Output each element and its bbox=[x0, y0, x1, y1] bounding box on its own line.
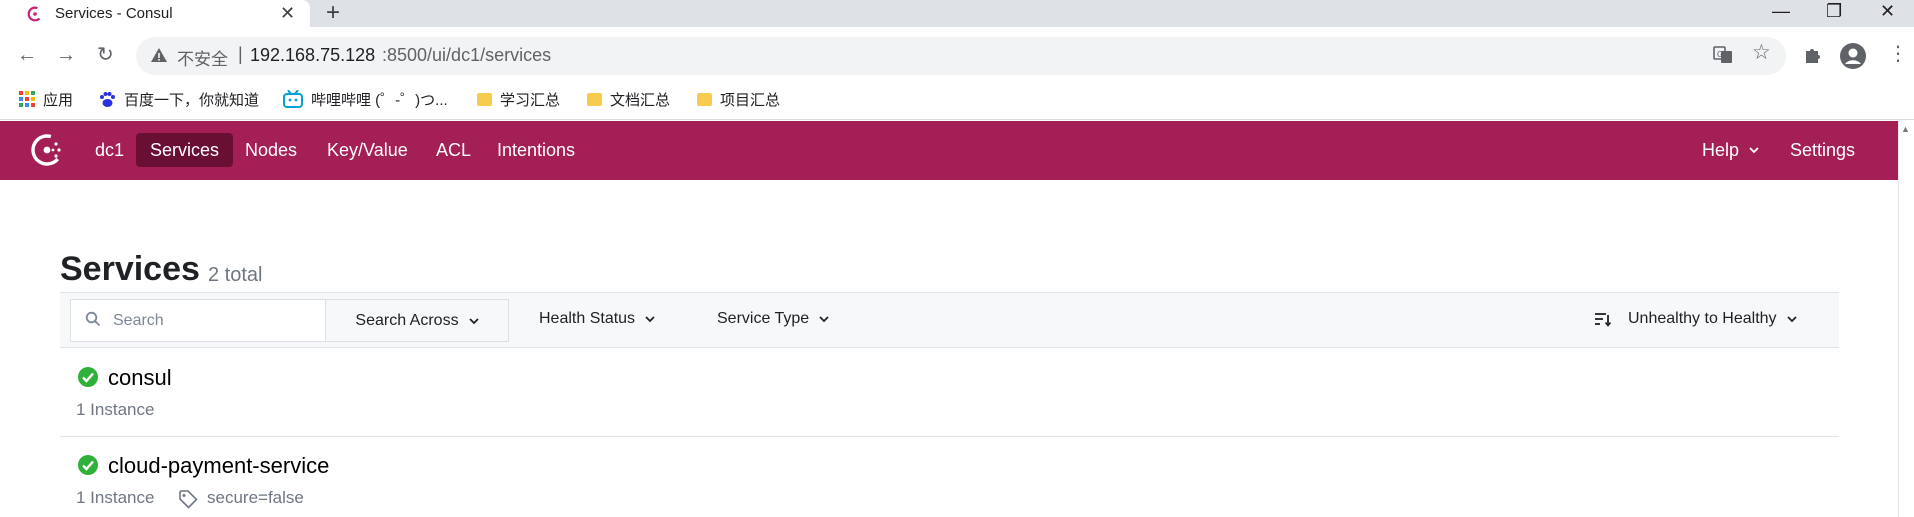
bookmark-baidu[interactable]: 百度一下，你就知道 bbox=[99, 88, 259, 110]
bookmark-label: 文档汇总 bbox=[610, 91, 671, 109]
new-tab-icon[interactable]: + bbox=[326, 0, 340, 26]
baidu-paw-icon bbox=[100, 91, 115, 107]
translate-icon[interactable]: G bbox=[1713, 46, 1733, 64]
bookmark-label: 学习汇总 bbox=[500, 91, 561, 109]
url-host[interactable]: 192.168.75.128 bbox=[250, 45, 375, 66]
nav-intentions[interactable]: Intentions bbox=[497, 138, 575, 162]
reload-icon[interactable]: ↻ bbox=[97, 44, 114, 66]
bookmark-label: 项目汇总 bbox=[720, 91, 781, 109]
menu-icon[interactable]: ⋮ bbox=[1888, 44, 1908, 64]
service-type-label: Service Type bbox=[717, 310, 810, 327]
star-icon[interactable]: ☆ bbox=[1752, 42, 1771, 63]
chevron-down-icon bbox=[468, 317, 479, 324]
bookmark-label: 百度一下，你就知道 bbox=[124, 91, 260, 109]
health-status-dropdown[interactable]: Health Status bbox=[539, 310, 655, 328]
bookmark-bilibili[interactable]: 哔哩哔哩 (゜-゜)つ... bbox=[283, 88, 448, 110]
nav-services[interactable]: Services bbox=[136, 133, 234, 167]
folder-icon bbox=[477, 92, 492, 106]
bookmark-label: 哔哩哔哩 (゜-゜)つ... bbox=[311, 91, 448, 109]
search-across-dropdown[interactable]: Search Across bbox=[325, 299, 509, 342]
page-title: Services bbox=[60, 250, 200, 288]
chevron-down-icon bbox=[645, 316, 655, 323]
service-name-link[interactable]: cloud-payment-service bbox=[108, 453, 329, 479]
health-status-label: Health Status bbox=[539, 310, 636, 327]
restore-icon[interactable]: ❐ bbox=[1826, 0, 1842, 22]
service-type-dropdown[interactable]: Service Type bbox=[717, 310, 829, 328]
chevron-down-icon bbox=[1749, 147, 1759, 154]
chevron-down-icon bbox=[1786, 316, 1797, 323]
consul-nav-bar: dc1 Services Nodes Key/Value ACL Intenti… bbox=[0, 121, 1898, 180]
passing-check-icon bbox=[78, 367, 98, 387]
bookmark-folder-study[interactable]: 学习汇总 bbox=[477, 88, 560, 110]
nav-acl[interactable]: ACL bbox=[436, 138, 471, 162]
datacenter-selector[interactable]: dc1 bbox=[95, 138, 124, 162]
back-icon[interactable]: ← bbox=[17, 44, 37, 66]
tab-close-icon[interactable]: ✕ bbox=[280, 3, 295, 23]
window-close-icon[interactable]: ✕ bbox=[1880, 0, 1895, 22]
passing-check-icon bbox=[78, 455, 98, 475]
tab-title: Services - Consul bbox=[55, 5, 173, 22]
url-divider: | bbox=[238, 44, 243, 64]
forward-icon[interactable]: → bbox=[56, 44, 76, 66]
apps-grid-icon bbox=[19, 91, 35, 107]
bookmark-apps[interactable]: 应用 bbox=[19, 88, 73, 110]
bookmark-folder-docs[interactable]: 文档汇总 bbox=[587, 88, 670, 110]
scroll-up-icon[interactable]: ▲ bbox=[1901, 124, 1910, 134]
tag-icon bbox=[179, 490, 198, 509]
sort-icon bbox=[1595, 313, 1612, 327]
list-item[interactable]: cloud-payment-service 1 Instance secure=… bbox=[60, 437, 1839, 517]
help-label: Help bbox=[1702, 140, 1740, 160]
browser-tab[interactable]: Services - Consul ✕ bbox=[0, 0, 310, 27]
folder-icon bbox=[587, 92, 602, 106]
search-icon bbox=[85, 311, 101, 327]
nav-settings[interactable]: Settings bbox=[1790, 138, 1855, 162]
bookmark-folder-projects[interactable]: 项目汇总 bbox=[697, 88, 780, 110]
profile-icon[interactable] bbox=[1839, 42, 1867, 70]
service-name-link[interactable]: consul bbox=[108, 365, 172, 391]
search-across-label: Search Across bbox=[355, 311, 459, 329]
sort-label: Unhealthy to Healthy bbox=[1628, 310, 1777, 327]
warning-icon[interactable] bbox=[150, 46, 168, 64]
service-tag: secure=false bbox=[207, 488, 304, 507]
sort-dropdown[interactable]: Unhealthy to Healthy bbox=[1594, 310, 1797, 328]
scrollbar[interactable] bbox=[1898, 121, 1914, 517]
minimize-icon[interactable]: — bbox=[1772, 0, 1790, 22]
url-path[interactable]: :8500/ui/dc1/services bbox=[382, 45, 551, 66]
puzzle-icon[interactable] bbox=[1803, 45, 1823, 65]
bookmark-label: 应用 bbox=[43, 91, 74, 109]
search-input[interactable] bbox=[113, 310, 313, 332]
bilibili-tv-icon bbox=[283, 90, 303, 108]
consul-favicon-icon bbox=[27, 6, 43, 22]
folder-icon bbox=[697, 92, 712, 106]
service-count: 2 total bbox=[208, 264, 263, 286]
list-item[interactable]: consul 1 Instance bbox=[60, 349, 1839, 437]
instance-count: 1 Instance bbox=[76, 400, 155, 419]
nav-key-value[interactable]: Key/Value bbox=[327, 138, 408, 162]
chevron-down-icon bbox=[819, 316, 829, 323]
svg-text:G: G bbox=[1717, 50, 1723, 59]
security-status[interactable]: 不安全 bbox=[177, 45, 228, 70]
instance-count: 1 Instance bbox=[76, 488, 155, 507]
nav-nodes[interactable]: Nodes bbox=[245, 138, 297, 162]
consul-logo-icon[interactable] bbox=[29, 132, 65, 168]
help-menu[interactable]: Help bbox=[1702, 138, 1759, 162]
